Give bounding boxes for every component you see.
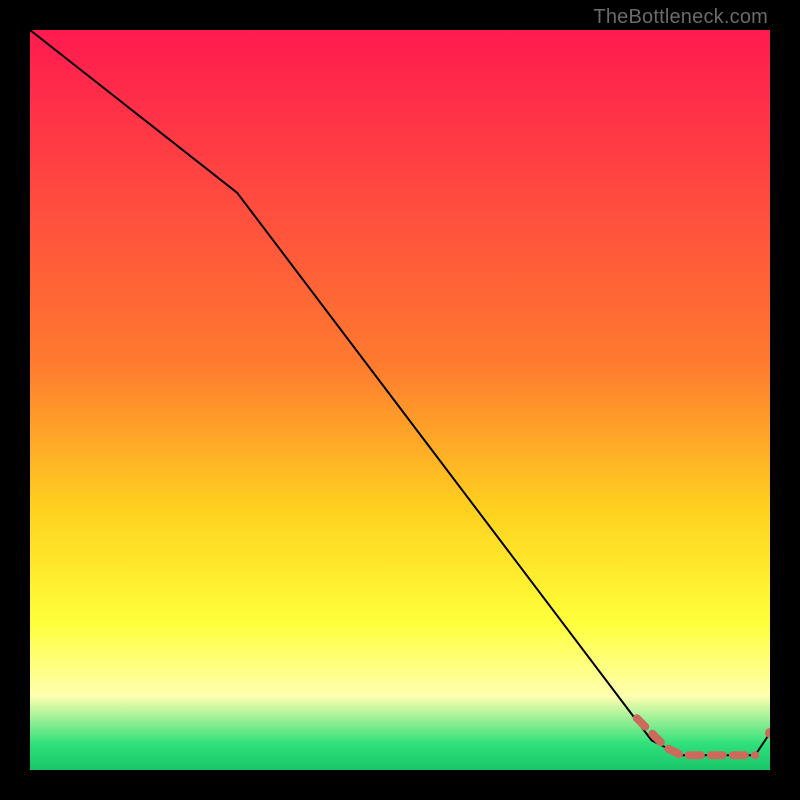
plot-area: [30, 30, 770, 770]
end-dot: [765, 728, 770, 738]
highlight-dash-line: [637, 718, 755, 755]
watermark-text: TheBottleneck.com: [593, 6, 768, 29]
lines-layer: [30, 30, 770, 770]
chart-stage: TheBottleneck.com: [0, 0, 800, 800]
curve-line: [30, 30, 770, 755]
